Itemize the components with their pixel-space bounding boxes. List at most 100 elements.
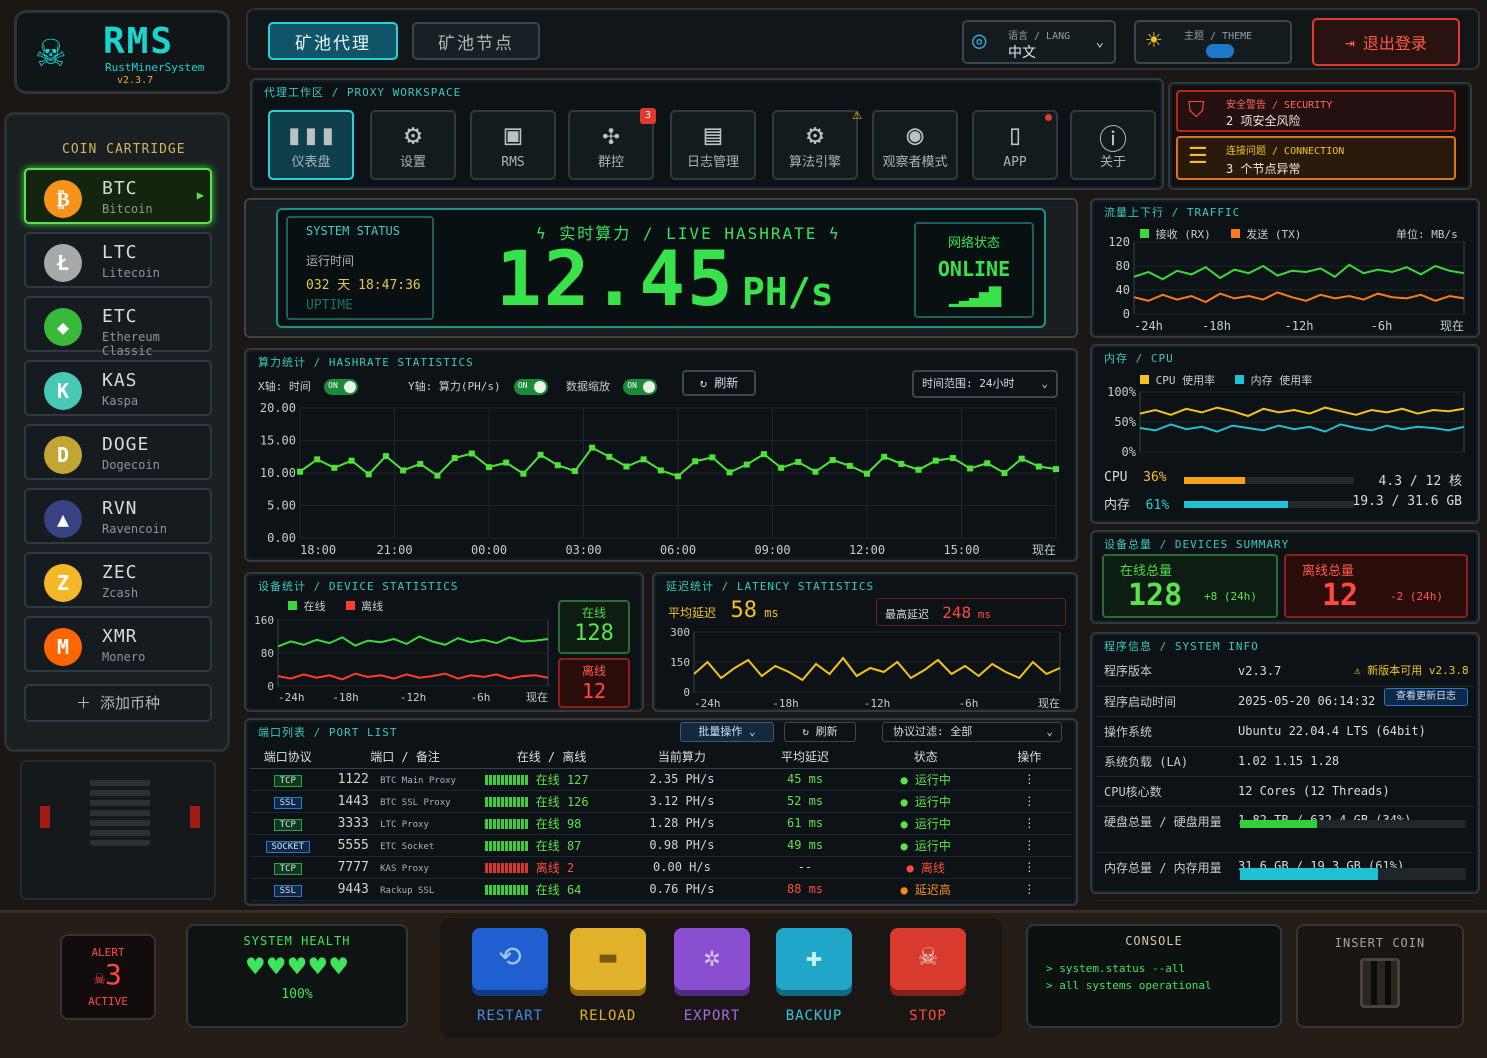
health-hearts: ♥ ♥ ♥ ♥ ♥ [188, 950, 406, 983]
disk-bar [1240, 820, 1466, 828]
rvn-coin-icon: ▲ [44, 500, 82, 538]
row-menu-icon[interactable]: ⋮ [986, 768, 1072, 791]
x-tick-label: -12h [1285, 319, 1314, 333]
coin-btc[interactable]: ₿ BTC Bitcoin ▶ [24, 168, 212, 224]
coin-name: Bitcoin [102, 202, 153, 216]
tool-7[interactable]: ▯ APP [972, 110, 1058, 180]
logout-button[interactable]: ⇥ 退出登录 [1312, 18, 1460, 66]
tool-0[interactable]: ▮▮▮ 仪表盘 [268, 110, 354, 180]
y-toggle[interactable]: ON [513, 379, 548, 395]
network-label: 网络状态 [947, 236, 1000, 251]
row-menu-icon[interactable]: ⋮ [986, 834, 1072, 857]
coin-xmr[interactable]: M XMR Monero [24, 616, 212, 672]
y-tick-label: 300 [670, 626, 690, 639]
hashrate-stats-title: 算力统计 / HASHRATE STATISTICS [258, 356, 474, 369]
plus-icon: ＋ [75, 694, 100, 712]
row-menu-icon[interactable]: ⋮ [986, 812, 1072, 835]
data-point [589, 444, 596, 451]
data-point [829, 457, 836, 463]
backup-icon: ✚ [805, 940, 823, 973]
data-point [486, 464, 492, 471]
data-point [537, 451, 544, 458]
series-line-1 [1133, 291, 1465, 304]
status-dot-icon: ● [906, 860, 921, 875]
update-available-badge[interactable]: ⚠ 新版本可用 v2.3.8 [1354, 662, 1469, 678]
data-point [520, 470, 527, 477]
table-row[interactable]: TCP 1122 BTC Main Proxy 在线 127 2.35 PH/s 45… [250, 768, 1072, 791]
brand-sub: RustMinerSystem [105, 61, 205, 74]
insert-coin-box[interactable]: INSERT COIN [1296, 924, 1464, 1028]
ports-refresh-button[interactable]: ↻ 刷新 [784, 722, 856, 742]
tool-icon: ✣ [602, 118, 620, 151]
tool-3[interactable]: ✣ 群控 3 [568, 108, 656, 180]
tool-5[interactable]: ⚙ 算法引擎 ⚠ [772, 104, 862, 180]
theme-toggle[interactable]: ☀ 主题 / THEME [1134, 20, 1292, 64]
table-row[interactable]: TCP 7777 KAS Proxy 离线 2 0.00 H/s -- ● 离线 ⋮ [250, 856, 1072, 879]
coin-kas[interactable]: K KAS Kaspa [24, 360, 212, 416]
connection-alert[interactable]: ☰ 连接问题 / CONNECTION 3 个节点异常 [1176, 136, 1456, 180]
cpu-value: 4.3 / 12 核 [1378, 474, 1462, 489]
protocol-filter[interactable]: 协议过滤: 全部 ⌄ [882, 722, 1062, 742]
online-bars [484, 819, 529, 829]
batch-op-button[interactable]: 批量操作 ⌄ [680, 722, 774, 742]
coin-name: Zcash [102, 586, 139, 600]
table-row[interactable]: TCP 3333 LTC Proxy 在线 98 1.28 PH/s 61 ms ● 运… [250, 812, 1072, 835]
tool-label: 日志管理 [686, 155, 739, 170]
system-info-row: 硬盘总量 / 硬盘用量1.82 TB / 632.4 GB (34%) [1096, 806, 1474, 853]
tool-2[interactable]: ▣ RMS [470, 110, 556, 180]
tab-proxy[interactable]: 矿池代理 [268, 22, 398, 60]
row-menu-icon[interactable]: ⋮ [986, 790, 1072, 813]
coin-zec[interactable]: Z ZEC Zcash [24, 552, 212, 608]
heart-icon: ♥ [288, 950, 306, 983]
row-menu-icon[interactable]: ⋮ [986, 856, 1072, 879]
health-label: SYSTEM HEALTH [243, 934, 351, 948]
time-range-select[interactable]: 时间范围: 24小时 ⌄ [912, 370, 1058, 398]
reload-button[interactable]: ▬ RELOAD [570, 928, 646, 1024]
restart-button[interactable]: ⟲ RESTART [472, 928, 548, 1024]
bolt-icon: ϟ [817, 224, 841, 243]
mem-usage-bar [1240, 868, 1466, 880]
theme-switch[interactable] [1206, 44, 1234, 58]
add-coin-button[interactable]: ＋ 添加币种 [24, 684, 212, 722]
data-point [675, 473, 681, 480]
cpu-row: CPU 36% 4.3 / 12 核 [1104, 470, 1462, 489]
coin-symbol: ZEC [102, 562, 138, 583]
lang-select[interactable]: ◎ 语言 / LANG 中文 ⌄ [962, 20, 1116, 64]
view-changelog-button[interactable]: 查看更新日志 [1384, 688, 1468, 706]
console-title: CONSOLE [1125, 934, 1183, 948]
table-row[interactable]: SSL 1443 BTC SSL Proxy 在线 126 3.12 PH/s 52 … [250, 790, 1072, 813]
tab-node[interactable]: 矿池节点 [412, 22, 540, 60]
table-row[interactable]: SOCKET 5555 ETC Socket 在线 87 0.98 PH/s 49 m… [250, 834, 1072, 857]
devices-summary-title: 设备总量 / DEVICES SUMMARY [1104, 538, 1290, 551]
data-point [709, 454, 716, 461]
stop-button[interactable]: ☠ STOP [890, 928, 966, 1024]
zoom-control[interactable]: 数据缩放 ON [566, 378, 658, 395]
coin-rvn[interactable]: ▲ RVN Ravencoin [24, 488, 212, 544]
data-point [606, 453, 613, 460]
row-menu-icon[interactable]: ⋮ [986, 878, 1072, 901]
x-axis-control[interactable]: X轴: 时间 ON [258, 378, 359, 395]
backup-button[interactable]: ✚ BACKUP [776, 928, 852, 1024]
notification-badge: 3 [640, 108, 656, 124]
hashrate-refresh-button[interactable]: ↻ 刷新 [682, 370, 756, 396]
protocol-badge: SOCKET [265, 840, 311, 853]
data-point [760, 451, 767, 458]
table-row[interactable]: SSL 9443 Rackup SSL 在线 64 0.76 PH/s 88 ms ● … [250, 878, 1072, 901]
coin-etc[interactable]: ◆ ETC Ethereum Classic [24, 296, 212, 358]
tool-8[interactable]: ⓘ 关于 [1070, 110, 1156, 180]
series-line-0 [1139, 406, 1465, 418]
x-toggle[interactable]: ON [324, 379, 359, 395]
y-axis-control[interactable]: Y轴: 算力(PH/s) ON [408, 378, 548, 395]
tool-1[interactable]: ⚙ 设置 [370, 110, 456, 180]
zoom-toggle[interactable]: ON [623, 379, 658, 395]
coin-symbol: DOGE [102, 434, 150, 455]
coin-ltc[interactable]: Ł LTC Litecoin [24, 232, 212, 288]
coin-doge[interactable]: D DOGE Dogecoin [24, 424, 212, 480]
export-button[interactable]: ✲ EXPORT [674, 928, 750, 1024]
tool-4[interactable]: ▤ 日志管理 [670, 110, 756, 180]
tool-6[interactable]: ◉ 观察者模式 [872, 110, 958, 180]
y-tick-label: 80 [261, 647, 274, 660]
cartridge-title: COIN CARTRIDGE [62, 142, 186, 157]
skull-icon: ☠ [94, 968, 105, 989]
security-alert[interactable]: ⛉ 安全警告 / SECURITY 2 项安全风险 [1176, 90, 1456, 132]
